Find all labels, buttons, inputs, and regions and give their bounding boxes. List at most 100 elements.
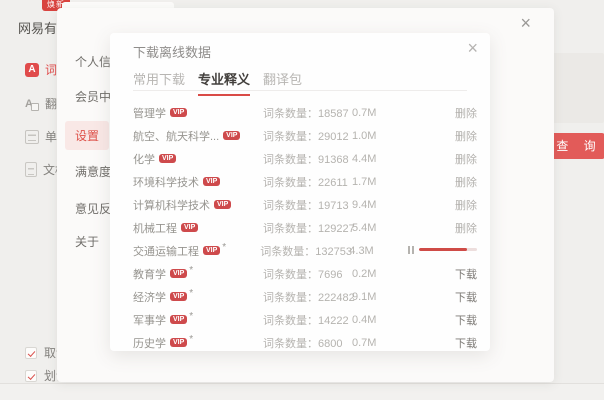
row-entry-count: 词条数量：19713 bbox=[263, 199, 349, 212]
vip-badge: VIP bbox=[159, 153, 177, 164]
row-name-cell: 航空、航天科学... VIP bbox=[133, 128, 263, 144]
tabs-divider bbox=[133, 90, 467, 91]
row-name-cell: 化学 VIP bbox=[133, 151, 263, 167]
row-name-cell: 军事学 VIP * bbox=[133, 312, 263, 328]
download-progress[interactable] bbox=[408, 245, 477, 254]
row-name-cell: 管理学 VIP bbox=[133, 105, 263, 121]
vip-star-mark: * bbox=[189, 288, 194, 300]
row-entry-count: 词条数量：7696 bbox=[263, 268, 343, 281]
close-icon[interactable]: × bbox=[467, 37, 478, 59]
row-entry-count: 词条数量：14222 bbox=[263, 314, 349, 327]
row-action-cell: 下载 bbox=[412, 335, 477, 351]
modal-tabs: 常用下载 专业释义 翻译包 bbox=[133, 69, 315, 96]
row-size: 1.7M bbox=[352, 175, 377, 188]
row-size: 4.3M bbox=[349, 244, 374, 257]
row-action-cell: 删除 bbox=[412, 197, 477, 213]
row-name: 航空、航天科学... bbox=[133, 130, 220, 143]
row-size: 0.7M bbox=[352, 106, 377, 119]
row-name-cell: 经济学 VIP * bbox=[133, 289, 263, 305]
vip-badge: VIP bbox=[223, 130, 241, 141]
close-icon[interactable]: × bbox=[520, 12, 531, 34]
row-entry-count: 词条数量：22611 bbox=[263, 176, 348, 189]
progress-fill bbox=[419, 248, 467, 251]
row-name: 军事学 bbox=[133, 314, 166, 327]
row-entry-count: 词条数量：222482 bbox=[263, 291, 355, 304]
vip-badge: VIP bbox=[170, 107, 188, 118]
dictionary-row: 机械工程 VIP 词条数量：129227 5.4M 删除 bbox=[133, 216, 477, 239]
window-bottom-edge bbox=[0, 383, 604, 400]
row-action-link[interactable]: 下载 bbox=[455, 269, 477, 281]
modal-title: 下载离线数据 bbox=[133, 45, 212, 60]
tab-common-downloads[interactable]: 常用下载 bbox=[133, 69, 185, 96]
tab-professional-defs[interactable]: 专业释义 bbox=[198, 69, 251, 96]
row-entry-count: 词条数量：29012 bbox=[263, 130, 349, 143]
row-name-cell: 环境科学技术 VIP bbox=[133, 174, 263, 190]
wordbook-icon bbox=[25, 129, 39, 144]
checkbox-checked-icon[interactable] bbox=[25, 346, 37, 359]
row-name: 历史学 bbox=[133, 337, 166, 350]
row-action-cell: 删除 bbox=[412, 174, 477, 190]
row-name-cell: 教育学 VIP * bbox=[133, 266, 263, 282]
row-action-cell: 删除 bbox=[412, 151, 477, 167]
row-entry-count: 词条数量：18587 bbox=[263, 107, 349, 120]
row-action-cell: 下载 bbox=[412, 289, 477, 305]
download-offline-data-modal: 下载离线数据 × 常用下载 专业释义 翻译包 管理学 VIP 词条数量：1858… bbox=[110, 33, 490, 351]
dictionary-icon: A bbox=[25, 62, 39, 77]
dictionary-row: 计算机科学技术 VIP 词条数量：19713 9.4M 删除 bbox=[133, 193, 477, 216]
background-panel-remnant bbox=[552, 53, 604, 123]
vip-badge: VIP bbox=[203, 245, 221, 256]
row-entry-count: 词条数量：91368 bbox=[263, 153, 349, 166]
settings-item-settings[interactable]: 设置 bbox=[65, 121, 110, 150]
row-action-link[interactable]: 删除 bbox=[455, 223, 477, 235]
row-action-link[interactable]: 删除 bbox=[455, 154, 477, 166]
tab-translation-package[interactable]: 翻译包 bbox=[263, 69, 302, 96]
row-name-cell: 机械工程 VIP bbox=[133, 220, 263, 236]
dictionary-row: 军事学 VIP * 词条数量：14222 0.4M 下载 bbox=[133, 308, 477, 331]
checkbox-checked-icon[interactable] bbox=[25, 369, 37, 382]
app-window: 焕新 网易有道词典 A 词典 A 翻译 单词 文档 取词 划词 查 询 × 个人… bbox=[0, 0, 604, 400]
row-name: 经济学 bbox=[133, 291, 166, 304]
row-name-cell: 交通运输工程 VIP * bbox=[133, 243, 260, 259]
settings-item-about[interactable]: 关于 bbox=[75, 233, 99, 250]
row-size: 9.1M bbox=[352, 290, 377, 303]
progress-bar bbox=[419, 248, 477, 251]
offline-data-list: 管理学 VIP 词条数量：18587 0.7M 删除 航空、航天科学... VI… bbox=[133, 101, 477, 351]
row-action-cell: 删除 bbox=[412, 105, 477, 121]
dictionary-row: 经济学 VIP * 词条数量：222482 9.1M 下载 bbox=[133, 285, 477, 308]
dictionary-row: 交通运输工程 VIP * 词条数量：132753 4.3M bbox=[133, 239, 477, 262]
row-entry-count: 词条数量：132753 bbox=[260, 245, 352, 258]
query-button[interactable]: 查 询 bbox=[549, 133, 604, 159]
vip-badge: VIP bbox=[170, 291, 188, 302]
row-name: 环境科学技术 bbox=[133, 176, 199, 189]
row-action-cell: 删除 bbox=[412, 220, 477, 236]
row-action-link[interactable]: 删除 bbox=[455, 108, 477, 120]
dictionary-row: 环境科学技术 VIP 词条数量：22611 1.7M 删除 bbox=[133, 170, 477, 193]
row-name: 教育学 bbox=[133, 268, 166, 281]
row-action-link[interactable]: 删除 bbox=[455, 131, 477, 143]
dictionary-row: 化学 VIP 词条数量：91368 4.4M 删除 bbox=[133, 147, 477, 170]
row-name-cell: 历史学 VIP * bbox=[133, 335, 263, 351]
vip-star-mark: * bbox=[189, 334, 194, 346]
row-size: 0.4M bbox=[352, 313, 377, 326]
row-action-link[interactable]: 下载 bbox=[455, 292, 477, 304]
dictionary-row: 航空、航天科学... VIP 词条数量：29012 1.0M 删除 bbox=[133, 124, 477, 147]
row-action-link[interactable]: 下载 bbox=[455, 315, 477, 327]
vip-star-mark: * bbox=[189, 311, 194, 323]
vip-badge: VIP bbox=[170, 314, 188, 325]
pause-icon[interactable] bbox=[408, 245, 414, 254]
row-name: 计算机科学技术 bbox=[133, 199, 210, 212]
row-name: 化学 bbox=[133, 153, 155, 166]
row-action-link[interactable]: 删除 bbox=[455, 200, 477, 212]
row-name: 交通运输工程 bbox=[133, 245, 199, 258]
vip-badge: VIP bbox=[203, 176, 221, 187]
dictionary-row: 历史学 VIP * 词条数量：6800 0.7M 下载 bbox=[133, 331, 477, 351]
row-name: 管理学 bbox=[133, 107, 166, 120]
row-action-link[interactable]: 下载 bbox=[455, 338, 477, 350]
row-entry-count: 词条数量：6800 bbox=[263, 337, 343, 350]
dictionary-row: 教育学 VIP * 词条数量：7696 0.2M 下载 bbox=[133, 262, 477, 285]
row-size: 0.7M bbox=[352, 336, 377, 349]
row-action-link[interactable]: 删除 bbox=[455, 177, 477, 189]
row-name: 机械工程 bbox=[133, 222, 177, 235]
dictionary-row: 管理学 VIP 词条数量：18587 0.7M 删除 bbox=[133, 101, 477, 124]
row-size: 1.0M bbox=[352, 129, 377, 142]
